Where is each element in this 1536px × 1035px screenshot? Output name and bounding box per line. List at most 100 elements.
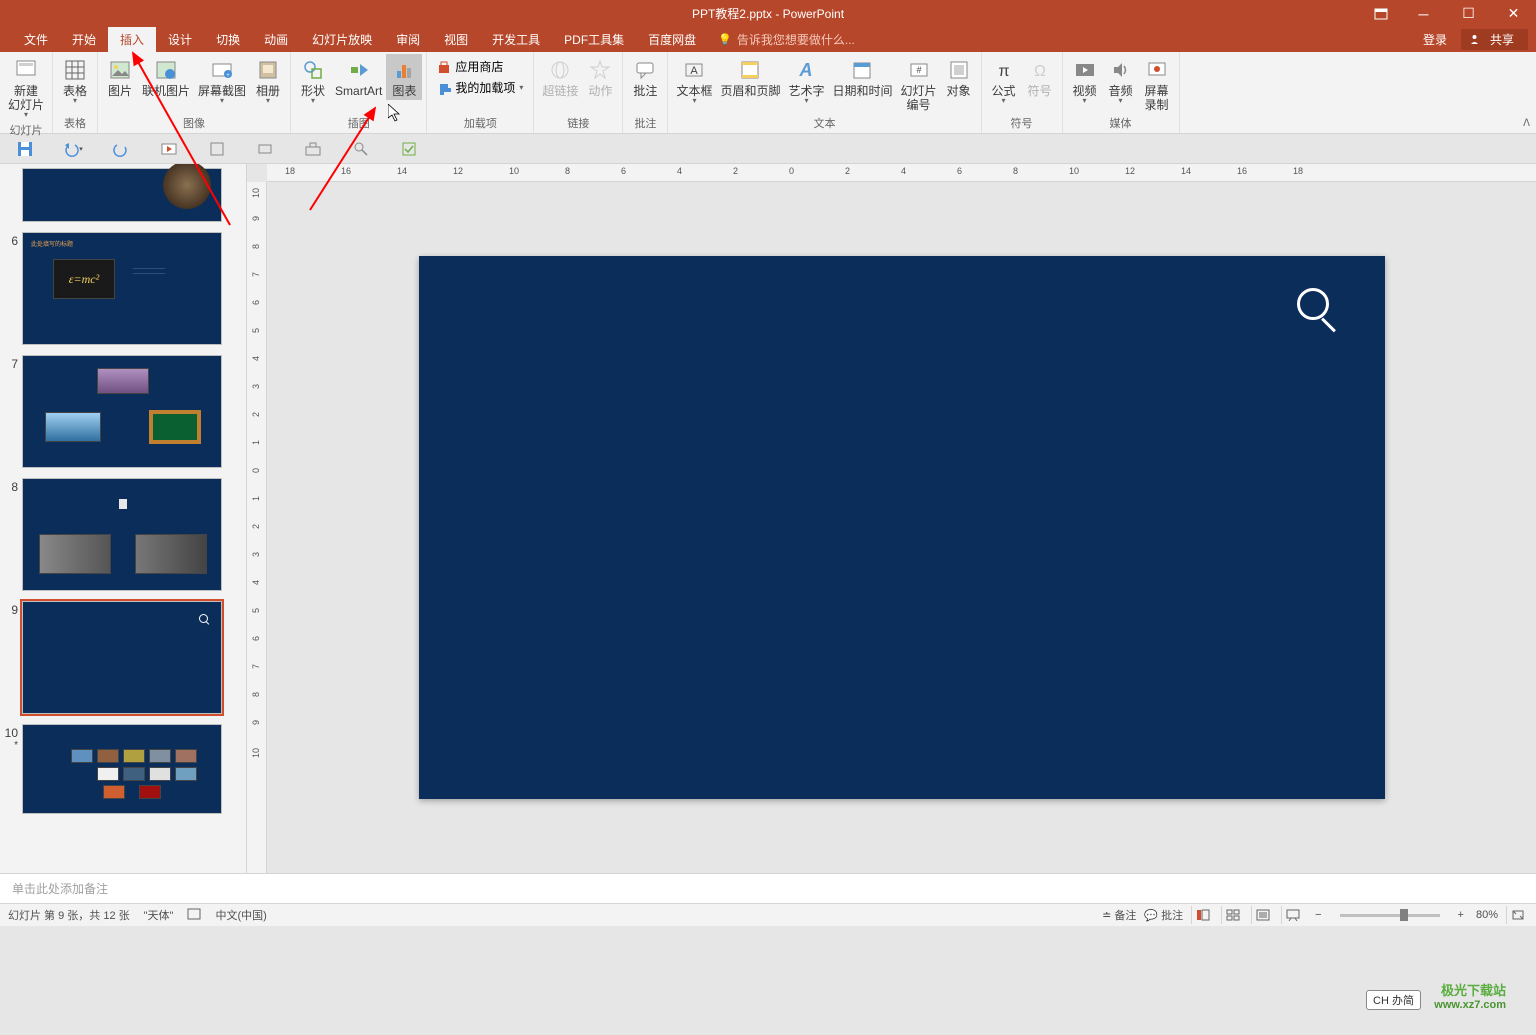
horizontal-ruler[interactable]: 18161412108642024681012141618 <box>267 164 1536 182</box>
photo-album-button[interactable]: 相册 ▾ <box>250 54 286 107</box>
smartart-icon <box>347 58 371 82</box>
object-button[interactable]: 对象 <box>941 54 977 100</box>
svg-text:A: A <box>799 60 813 80</box>
minimize-button[interactable]: ─ <box>1401 0 1446 27</box>
shapes-button[interactable]: 形状 ▾ <box>295 54 331 107</box>
login-button[interactable]: 登录 <box>1417 31 1453 48</box>
tab-view[interactable]: 视图 <box>432 27 480 52</box>
maximize-button[interactable]: ☐ <box>1446 0 1491 27</box>
header-footer-icon <box>738 58 762 82</box>
tab-design[interactable]: 设计 <box>156 27 204 52</box>
qat-item-6[interactable] <box>254 138 276 160</box>
undo-button[interactable]: ▾ <box>62 138 84 160</box>
slide-thumbnail-10[interactable] <box>22 724 222 814</box>
shapes-icon <box>301 58 325 82</box>
thumb-number-10: 10 * <box>4 724 22 814</box>
window-title: PPT教程2.pptx - PowerPoint <box>692 5 844 22</box>
tab-slideshow[interactable]: 幻灯片放映 <box>300 27 384 52</box>
audio-icon <box>1109 58 1133 82</box>
screenshot-icon: + <box>210 58 234 82</box>
qat-item-7[interactable] <box>302 138 324 160</box>
video-button[interactable]: 视频 ▾ <box>1067 54 1103 107</box>
reading-view-button[interactable] <box>1251 906 1273 924</box>
equation-button[interactable]: π 公式 ▾ <box>986 54 1022 107</box>
tab-transitions[interactable]: 切换 <box>204 27 252 52</box>
vertical-ruler[interactable]: 10987654321012345678910 <box>247 182 267 873</box>
share-button[interactable]: 共享 <box>1461 29 1528 50</box>
slide-sorter-view-button[interactable] <box>1221 906 1243 924</box>
tab-developer[interactable]: 开发工具 <box>480 27 552 52</box>
slide-scroll-area[interactable] <box>267 182 1536 873</box>
zoom-level[interactable]: 80% <box>1476 909 1498 921</box>
tab-baidupan[interactable]: 百度网盘 <box>636 27 708 52</box>
hyperlink-button[interactable]: 超链接 <box>538 54 582 100</box>
normal-view-button[interactable] <box>1191 906 1213 924</box>
datetime-button[interactable]: 日期和时间 <box>828 54 896 100</box>
group-label-symbols: 符号 <box>986 114 1058 133</box>
action-button[interactable]: 动作 <box>582 54 618 100</box>
notes-toggle[interactable]: ≐ 备注 <box>1102 907 1136 923</box>
header-footer-button[interactable]: 页眉和页脚 <box>716 54 784 100</box>
screenshot-button[interactable]: + 屏幕截图 ▾ <box>194 54 250 107</box>
slideshow-view-button[interactable] <box>1281 906 1303 924</box>
slide-thumbnails-panel[interactable]: 6 此处填写的标题 ε=mc² ———————————————— 7 8 <box>0 164 247 873</box>
ribbon-display-options-button[interactable] <box>1366 0 1396 27</box>
redo-button[interactable] <box>110 138 132 160</box>
slide-thumbnail-7[interactable] <box>22 355 222 468</box>
slide-thumbnail-6[interactable]: 此处填写的标题 ε=mc² ———————————————— <box>22 232 222 345</box>
smartart-button[interactable]: SmartArt <box>331 54 386 100</box>
my-addins-button[interactable]: 我的加载项 ▾ <box>437 79 523 96</box>
notes-pane[interactable]: 单击此处添加备注 <box>0 873 1536 903</box>
slide-thumbnail-9[interactable] <box>22 601 222 714</box>
start-from-beginning-button[interactable] <box>158 138 180 160</box>
slide-thumbnail-8[interactable] <box>22 478 222 591</box>
status-bar: 幻灯片 第 9 张，共 12 张 "天体" 中文(中国) ≐ 备注 💬 批注 −… <box>0 903 1536 926</box>
svg-text:Ω: Ω <box>1034 63 1046 80</box>
qat-item-8[interactable] <box>350 138 372 160</box>
slide-number-button[interactable]: # 幻灯片 编号 <box>897 54 941 114</box>
slide-counter[interactable]: 幻灯片 第 9 张，共 12 张 <box>8 907 130 923</box>
fit-to-window-button[interactable] <box>1506 906 1528 924</box>
spellcheck-icon[interactable] <box>187 908 201 923</box>
zoom-in-button[interactable]: + <box>1454 909 1468 921</box>
magnifier-icon <box>1295 286 1345 336</box>
textbox-button[interactable]: A 文本框 ▾ <box>672 54 716 107</box>
slide-number-icon: # <box>907 58 931 82</box>
language-indicator[interactable]: 中文(中国) <box>215 907 266 923</box>
group-label-text: 文本 <box>672 114 976 133</box>
pictures-button[interactable]: 图片 <box>102 54 138 100</box>
collapse-ribbon-button[interactable]: ᐱ <box>1523 118 1530 129</box>
tell-me-input[interactable]: 💡 告诉我您想要做什么... <box>718 27 855 52</box>
table-button[interactable]: 表格 ▾ <box>57 54 93 107</box>
qat-item-5[interactable] <box>206 138 228 160</box>
new-slide-button[interactable]: 新建 幻灯片 ▾ <box>4 54 48 121</box>
qat-item-9[interactable] <box>398 138 420 160</box>
audio-button[interactable]: 音频 ▾ <box>1103 54 1139 107</box>
current-slide[interactable] <box>419 256 1385 799</box>
comment-icon <box>633 58 657 82</box>
tab-insert[interactable]: 插入 <box>108 27 156 52</box>
online-pictures-button[interactable]: 联机图片 <box>138 54 194 100</box>
tab-pdftools[interactable]: PDF工具集 <box>552 27 636 52</box>
slide-canvas-area: 18161412108642024681012141618 1098765432… <box>247 164 1536 873</box>
close-button[interactable]: ✕ <box>1491 0 1536 27</box>
comments-toggle[interactable]: 💬 批注 <box>1144 907 1183 923</box>
tab-file[interactable]: 文件 <box>12 27 60 52</box>
save-button[interactable] <box>14 138 36 160</box>
tab-review[interactable]: 审阅 <box>384 27 432 52</box>
chart-button[interactable]: 图表 <box>386 54 422 100</box>
magnifier-icon <box>199 614 209 624</box>
wordart-icon: A <box>794 58 818 82</box>
symbol-button[interactable]: Ω 符号 <box>1022 54 1058 100</box>
chart-icon <box>392 58 416 82</box>
tab-home[interactable]: 开始 <box>60 27 108 52</box>
comment-button[interactable]: 批注 <box>627 54 663 100</box>
screen-recording-icon <box>1145 58 1169 82</box>
wordart-button[interactable]: A 艺术字 ▾ <box>784 54 828 107</box>
zoom-out-button[interactable]: − <box>1311 909 1325 921</box>
zoom-slider[interactable] <box>1340 914 1440 917</box>
screen-recording-button[interactable]: 屏幕 录制 <box>1139 54 1175 114</box>
slide-thumbnail-5[interactable] <box>22 168 222 222</box>
app-store-button[interactable]: 应用商店 <box>437 58 523 75</box>
tab-animations[interactable]: 动画 <box>252 27 300 52</box>
